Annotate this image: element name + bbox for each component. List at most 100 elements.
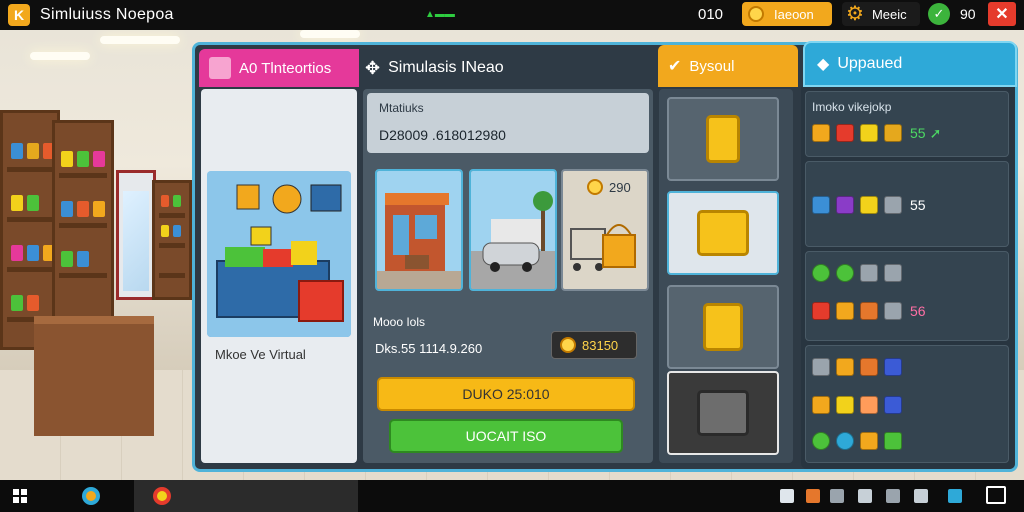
- tray-app-icon[interactable]: [830, 489, 844, 503]
- tool-icon: [812, 196, 830, 214]
- trend-up-icon: ➚: [929, 124, 942, 141]
- coin-label: Iaeoon: [774, 6, 814, 22]
- card-icon: [836, 124, 854, 142]
- start-icon[interactable]: [0, 480, 40, 512]
- cube-icon: [884, 432, 902, 450]
- upgrade-value: 55: [910, 125, 926, 141]
- preview-card: Mkoe Ve Virtual: [201, 89, 357, 463]
- coin-icon: [560, 337, 576, 353]
- gem-currency-button[interactable]: ✓ 90: [928, 2, 980, 26]
- wrench-icon: [884, 264, 902, 282]
- tab-buy[interactable]: ✔ Bysoul: [658, 45, 798, 87]
- stats-value: D28009 .618012980: [379, 127, 506, 143]
- signal-icon: ▲▬▬: [425, 9, 455, 20]
- panel-icon: [812, 358, 830, 376]
- shop-panel: A0 Tlnteortios ✥ Simulasis INeao ✔ Bysou…: [192, 41, 1018, 472]
- store-fridge: [116, 170, 156, 300]
- buy-button[interactable]: DUKO 25:010: [377, 377, 635, 411]
- market-stall-image[interactable]: [207, 171, 351, 337]
- upgrade-row[interactable]: [805, 345, 1009, 463]
- box-icon: [860, 358, 878, 376]
- upgrade-row[interactable]: 55: [805, 161, 1009, 247]
- upgrade-row[interactable]: Imoko vikejokp 55 ➚: [805, 91, 1009, 157]
- tool-icon: [884, 358, 902, 376]
- tab-interactions[interactable]: A0 Tlnteortios: [199, 49, 359, 87]
- box-list: [659, 89, 793, 463]
- grey-crate-icon: [697, 390, 749, 436]
- details-label: Mooo Iols: [373, 315, 426, 329]
- tab-upgrade[interactable]: ◆ Uppaued: [803, 41, 1017, 87]
- shopping-cart-thumbnail[interactable]: 290: [561, 169, 649, 291]
- close-button[interactable]: ✕: [988, 2, 1016, 26]
- bag-icon: [812, 302, 830, 320]
- taskbar: [0, 480, 1024, 512]
- ceiling-light: [300, 30, 360, 38]
- app-logo: K: [8, 4, 30, 26]
- game-taskbar-app[interactable]: [134, 480, 358, 512]
- tool-icon: [884, 396, 902, 414]
- settings-label: Meeic: [871, 6, 907, 22]
- yellow-crate-icon: [697, 210, 749, 256]
- tray-app-icon[interactable]: [886, 489, 900, 503]
- tab-badge-icon: [209, 57, 231, 79]
- store-shelf: [52, 120, 114, 340]
- price-tag: 83150: [551, 331, 637, 359]
- tab-buy-label: Bysoul: [689, 57, 735, 75]
- box-icon: [860, 196, 878, 214]
- upgrade-row[interactable]: 56: [805, 251, 1009, 341]
- app-title: Simluiuss Noepoa: [40, 6, 174, 23]
- parking-lot-thumbnail[interactable]: [469, 169, 557, 291]
- preview-caption: Mkoe Ve Virtual: [215, 347, 306, 362]
- coin-icon: [748, 6, 764, 22]
- store-counter: [34, 316, 154, 436]
- check-tag-icon: ✔: [668, 58, 682, 75]
- panel-title: Simulasis INeao: [388, 59, 504, 76]
- box-option-medium[interactable]: [667, 285, 779, 369]
- panel-header: ✥ Simulasis INeao: [365, 49, 655, 87]
- tool-icon: [860, 264, 878, 282]
- top-counter: 010: [698, 6, 724, 23]
- store-building-thumbnail[interactable]: [375, 169, 463, 291]
- tray-app-icon[interactable]: [858, 489, 872, 503]
- bag-icon: [860, 396, 878, 414]
- puzzle-icon: ✥: [365, 57, 381, 78]
- tab-upgrade-label: Uppaued: [837, 55, 903, 72]
- tab-interactions-label: A0 Tlnteortios: [239, 59, 332, 77]
- box-option-large[interactable]: [667, 191, 779, 275]
- crate-icon: [812, 124, 830, 142]
- gold-icon: [884, 124, 902, 142]
- tray-app-icon[interactable]: [948, 489, 962, 503]
- notification-icon[interactable]: [986, 486, 1006, 504]
- stats-label: Mtatiuks: [379, 101, 424, 115]
- leaf-icon: [836, 264, 854, 282]
- upgrade-list: Imoko vikejokp 55 ➚ 55 56: [801, 87, 1015, 469]
- crate-icon: [836, 302, 854, 320]
- tray-app-icon[interactable]: [780, 489, 794, 503]
- crate-icon: [812, 396, 830, 414]
- upgrade-value: 56: [910, 303, 926, 319]
- gem-count: 90: [960, 6, 976, 22]
- water-icon: [836, 432, 854, 450]
- upgrade-button[interactable]: UOCAIT ISO: [389, 419, 623, 453]
- ceiling-light: [30, 52, 90, 60]
- stats-box: Mtatiuks D28009 .618012980: [367, 93, 649, 153]
- grid-icon: [884, 302, 902, 320]
- top-bar: K Simluiuss Noepoa ▲▬▬ 010 Iaeoon ⚙ Meei…: [0, 0, 1024, 30]
- cube-icon: [836, 196, 854, 214]
- store-shelf: [0, 110, 60, 350]
- browser-taskbar-app[interactable]: [60, 480, 122, 512]
- tray-app-icon[interactable]: [806, 489, 820, 503]
- box-option-small[interactable]: [667, 97, 779, 181]
- settings-button[interactable]: ⚙ Meeic: [842, 2, 920, 26]
- coin-currency-button[interactable]: Iaeoon: [742, 2, 832, 26]
- spark-icon: [860, 124, 878, 142]
- tray-app-icon[interactable]: [914, 489, 928, 503]
- price-value: 83150: [582, 337, 619, 353]
- details-value: Dks.55 1114.9.260: [375, 341, 483, 356]
- leaf-icon: [812, 432, 830, 450]
- crate-icon: [860, 432, 878, 450]
- gem-icon: ✓: [928, 3, 950, 25]
- box-option-locked[interactable]: [667, 371, 779, 455]
- item-details: Mtatiuks D28009 .618012980 290 Mooo Iols…: [363, 89, 653, 463]
- yellow-box-icon: [706, 115, 740, 163]
